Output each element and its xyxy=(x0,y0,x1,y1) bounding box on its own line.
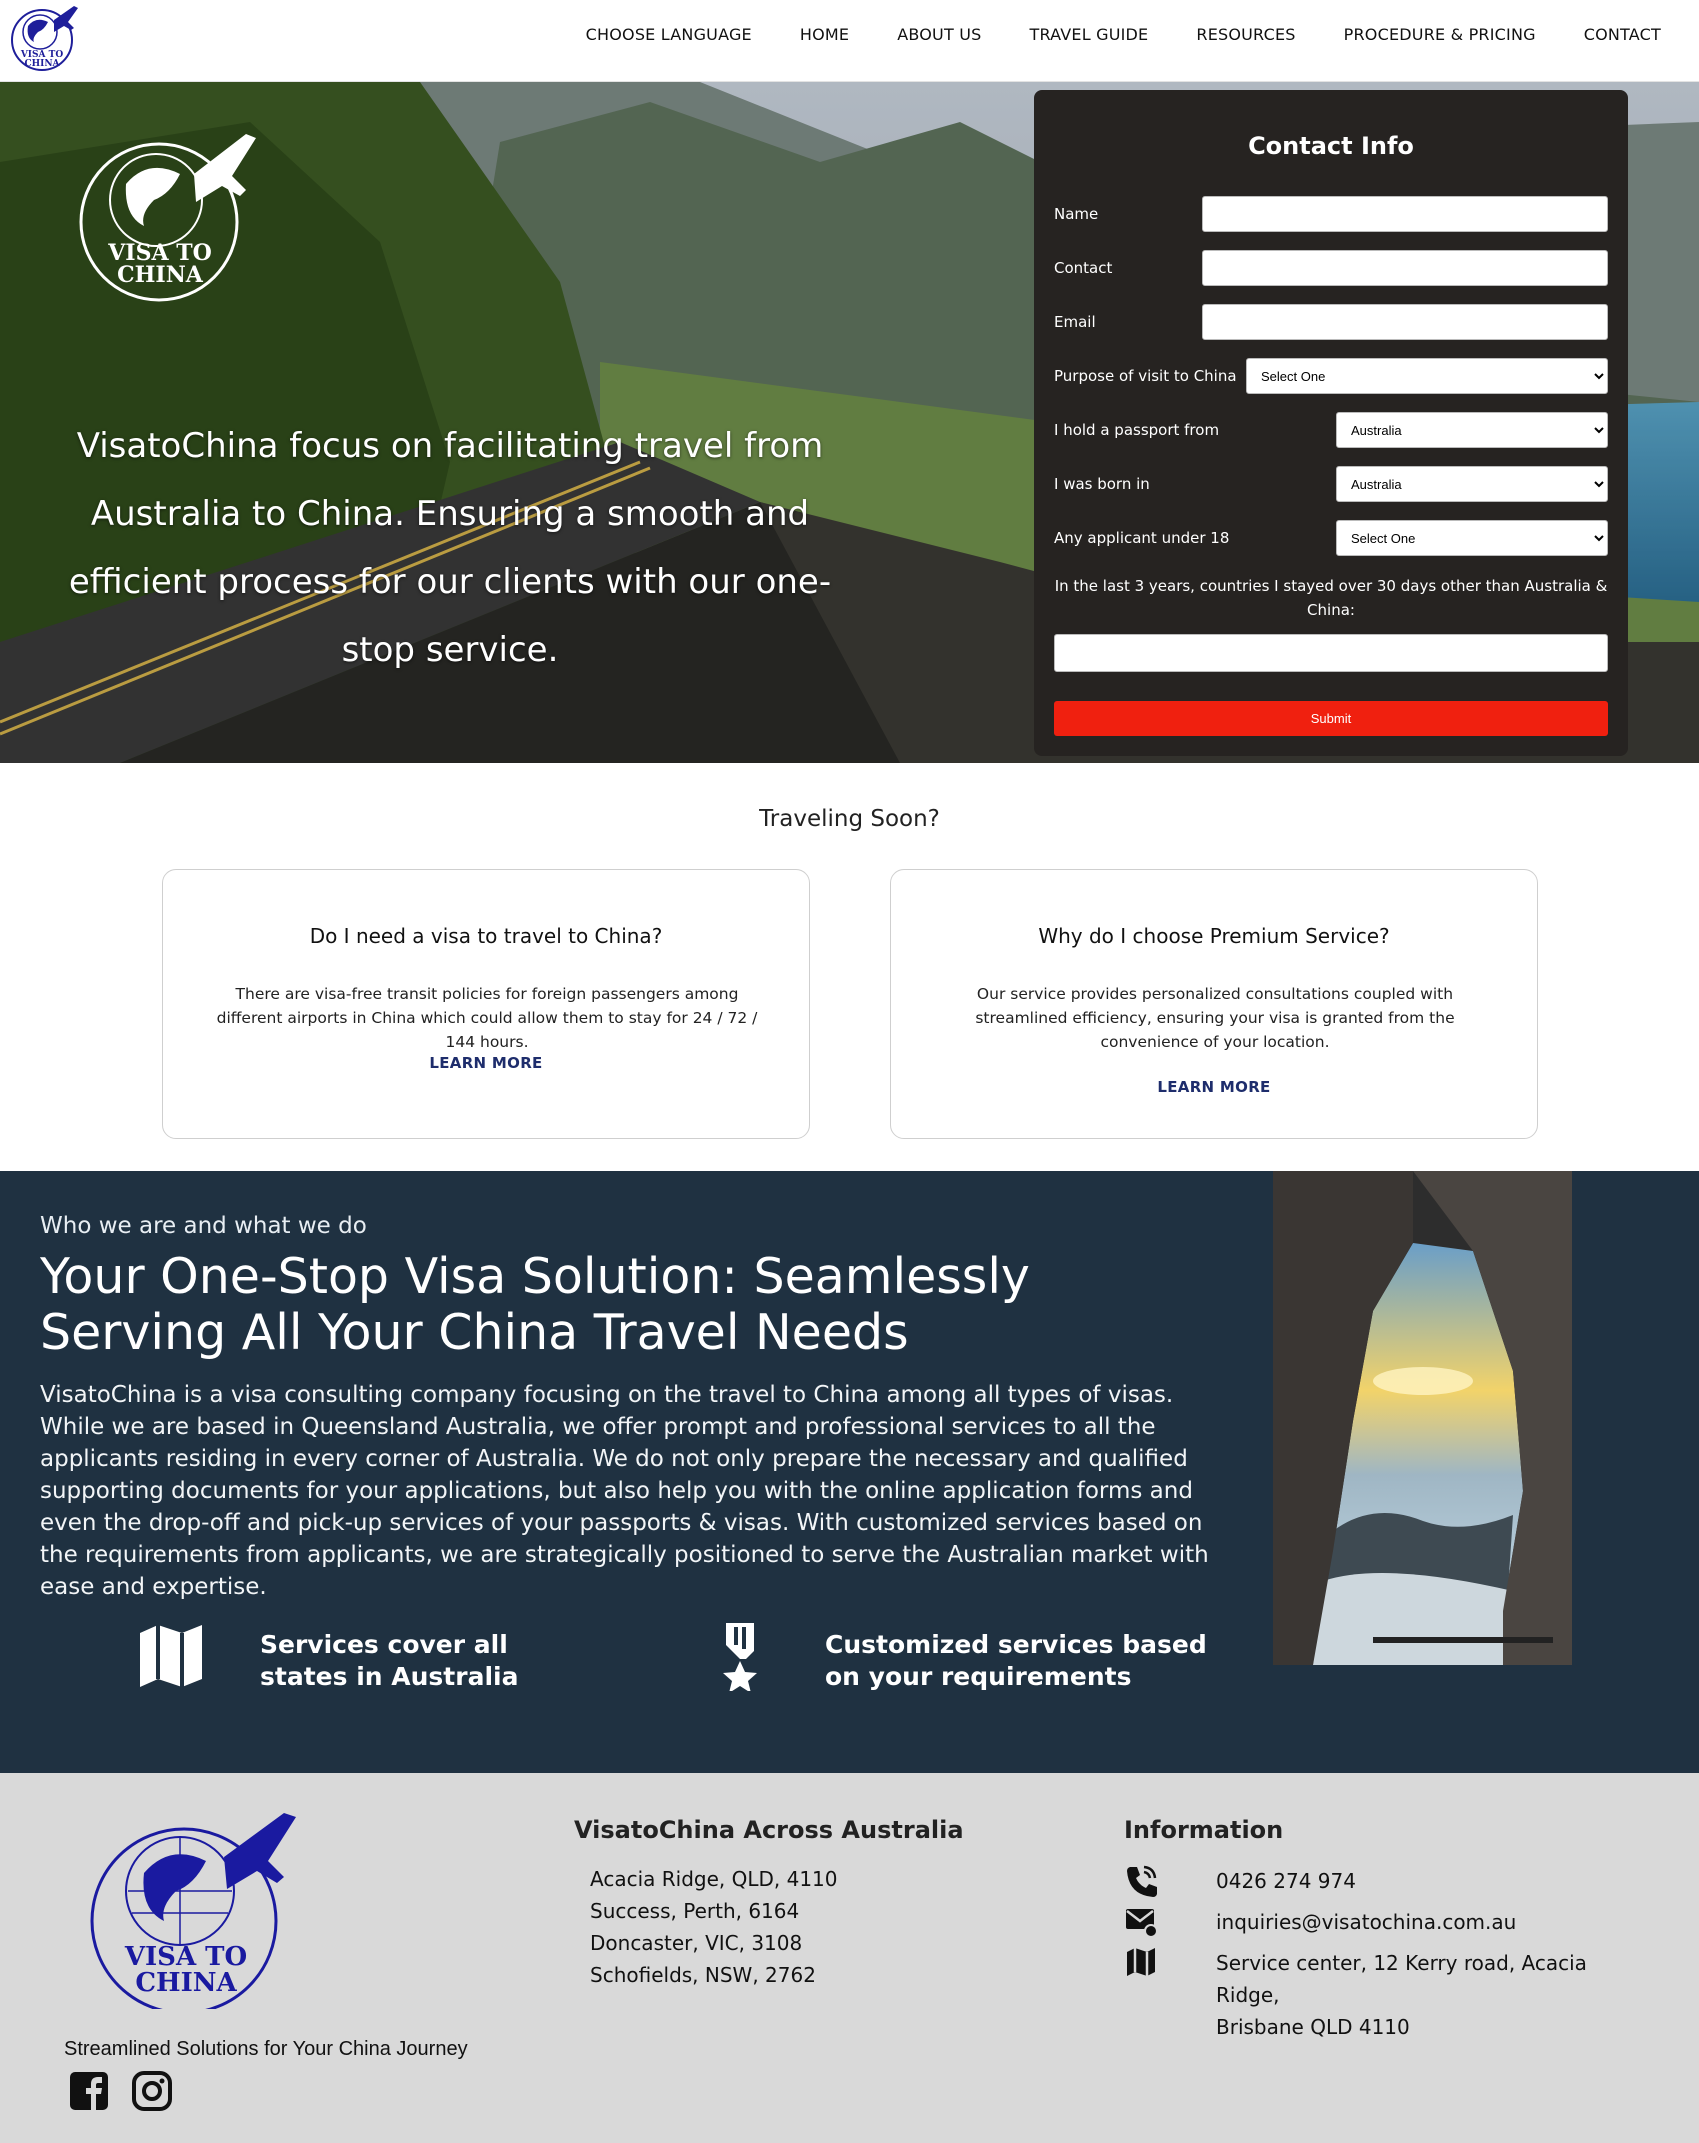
location-item: Acacia Ridge, QLD, 4110 xyxy=(590,1867,838,1891)
nav-choose-language[interactable]: CHOOSE LANGUAGE xyxy=(586,25,752,44)
nav-travel-guide[interactable]: TRAVEL GUIDE xyxy=(1029,25,1148,44)
nav-home[interactable]: HOME xyxy=(800,25,849,44)
feature-text: Customized services based on your requir… xyxy=(825,1630,1207,1691)
card-text: Our service provides personalized consul… xyxy=(975,985,1455,1051)
feature-text: Services cover all states in Australia xyxy=(260,1630,519,1691)
logo-icon[interactable]: VISA TO CHINA xyxy=(6,2,82,72)
premium-service-card: Why do I choose Premium Service? Our ser… xyxy=(890,869,1538,1139)
card-title: Why do I choose Premium Service? xyxy=(1038,924,1390,948)
name-label: Name xyxy=(1054,205,1099,223)
card-title: Do I need a visa to travel to China? xyxy=(309,924,663,948)
about-kicker: Who we are and what we do xyxy=(40,1213,367,1239)
instagram-icon[interactable] xyxy=(130,2069,174,2113)
cave-photo xyxy=(1273,1171,1572,1665)
under18-label: Any applicant under 18 xyxy=(1054,529,1230,547)
phone-icon xyxy=(1127,1865,1157,1897)
born-label: I was born in xyxy=(1054,475,1150,493)
nav-contact[interactable]: CONTACT xyxy=(1584,25,1661,44)
location-item: Success, Perth, 6164 xyxy=(590,1899,800,1923)
feature-states: Services cover all states in Australia xyxy=(136,1621,616,1701)
learn-more-link[interactable]: LEARN MORE xyxy=(163,1054,809,1072)
email-label: Email xyxy=(1054,313,1096,331)
about-heading: Your One-Stop Visa Solution: Seamlessly … xyxy=(40,1248,1030,1361)
location-item: Schofields, NSW, 2762 xyxy=(590,1963,816,1987)
contact-input[interactable] xyxy=(1202,250,1608,286)
medal-icon xyxy=(723,1623,757,1691)
under18-row: Any applicant under 18 Select One xyxy=(1054,520,1608,556)
under18-select[interactable]: Select One xyxy=(1336,520,1608,556)
name-row: Name xyxy=(1054,196,1608,232)
passport-label: I hold a passport from xyxy=(1054,421,1220,439)
nav-procedure-pricing[interactable]: PROCEDURE & PRICING xyxy=(1344,25,1536,44)
footer-tagline: Streamlined Solutions for Your China Jou… xyxy=(64,2038,468,2060)
facebook-icon[interactable] xyxy=(67,2069,111,2113)
footer: VISA TO CHINA Streamlined Solutions for … xyxy=(0,1773,1699,2143)
hero-logo-text-line2: CHINA xyxy=(117,262,204,288)
address-line2: Brisbane QLD 4110 xyxy=(1216,2015,1410,2039)
purpose-row: Purpose of visit to China Select One xyxy=(1054,358,1608,394)
locations-list: Acacia Ridge, QLD, 4110 Success, Perth, … xyxy=(590,1863,838,1991)
across-australia-title: VisatoChina Across Australia xyxy=(574,1816,964,1844)
visa-info-card: Do I need a visa to travel to China? The… xyxy=(162,869,810,1139)
born-row: I was born in Australia xyxy=(1054,466,1608,502)
contact-label: Contact xyxy=(1054,259,1113,277)
map-icon xyxy=(1127,1948,1155,1976)
address-value: Service center, 12 Kerry road, Acacia Ri… xyxy=(1216,1947,1624,2043)
nav-resources[interactable]: RESOURCES xyxy=(1196,25,1295,44)
passport-row: I hold a passport from Australia xyxy=(1054,412,1608,448)
form-title: Contact Info xyxy=(1248,132,1414,160)
born-select[interactable]: Australia xyxy=(1336,466,1608,502)
card-text: There are visa-free transit policies for… xyxy=(216,985,758,1051)
feature-customized: Customized services based on your requir… xyxy=(712,1621,1232,1701)
logo-text-line2: CHINA xyxy=(24,59,60,69)
nav-about-us[interactable]: ABOUT US xyxy=(897,25,981,44)
phone-value[interactable]: 0426 274 974 xyxy=(1216,1865,1356,1897)
learn-more-link[interactable]: LEARN MORE xyxy=(891,1078,1537,1096)
email-value[interactable]: inquiries@visatochina.com.au xyxy=(1216,1906,1516,1938)
hero-logo-icon: VISA TO CHINA xyxy=(79,134,256,302)
passport-select[interactable]: Australia xyxy=(1336,412,1608,448)
countries-stayed-input[interactable] xyxy=(1054,634,1608,672)
footer-logo-text-line2: CHINA xyxy=(135,1968,237,1998)
information-title: Information xyxy=(1124,1816,1284,1844)
traveling-soon-title: Traveling Soon? xyxy=(759,806,940,832)
email-input[interactable] xyxy=(1202,304,1608,340)
email-row: Email xyxy=(1054,304,1608,340)
contact-form: Contact Info Name Contact Email Purpose … xyxy=(1034,90,1628,756)
purpose-select[interactable]: Select One xyxy=(1246,358,1608,394)
address-line1: Service center, 12 Kerry road, Acacia Ri… xyxy=(1216,1951,1587,2007)
footer-logo-icon[interactable]: VISA TO CHINA xyxy=(88,1809,302,2009)
email-icon xyxy=(1126,1909,1158,1938)
location-item: Doncaster, VIC, 3108 xyxy=(590,1931,803,1955)
about-body: VisatoChina is a visa consulting company… xyxy=(40,1382,1209,1600)
stay-note: In the last 3 years, countries I stayed … xyxy=(1054,577,1608,619)
contact-row: Contact xyxy=(1054,250,1608,286)
submit-button[interactable]: Submit xyxy=(1054,701,1608,736)
name-input[interactable] xyxy=(1202,196,1608,232)
hero-tagline: VisatoChina focus on facilitating travel… xyxy=(68,426,832,670)
about-section: Who we are and what we do Your One-Stop … xyxy=(0,1171,1699,1773)
purpose-label: Purpose of visit to China xyxy=(1054,367,1237,385)
map-icon xyxy=(140,1625,202,1687)
top-navigation: VISA TO CHINA CHOOSE LANGUAGE HOME ABOUT… xyxy=(0,0,1699,82)
